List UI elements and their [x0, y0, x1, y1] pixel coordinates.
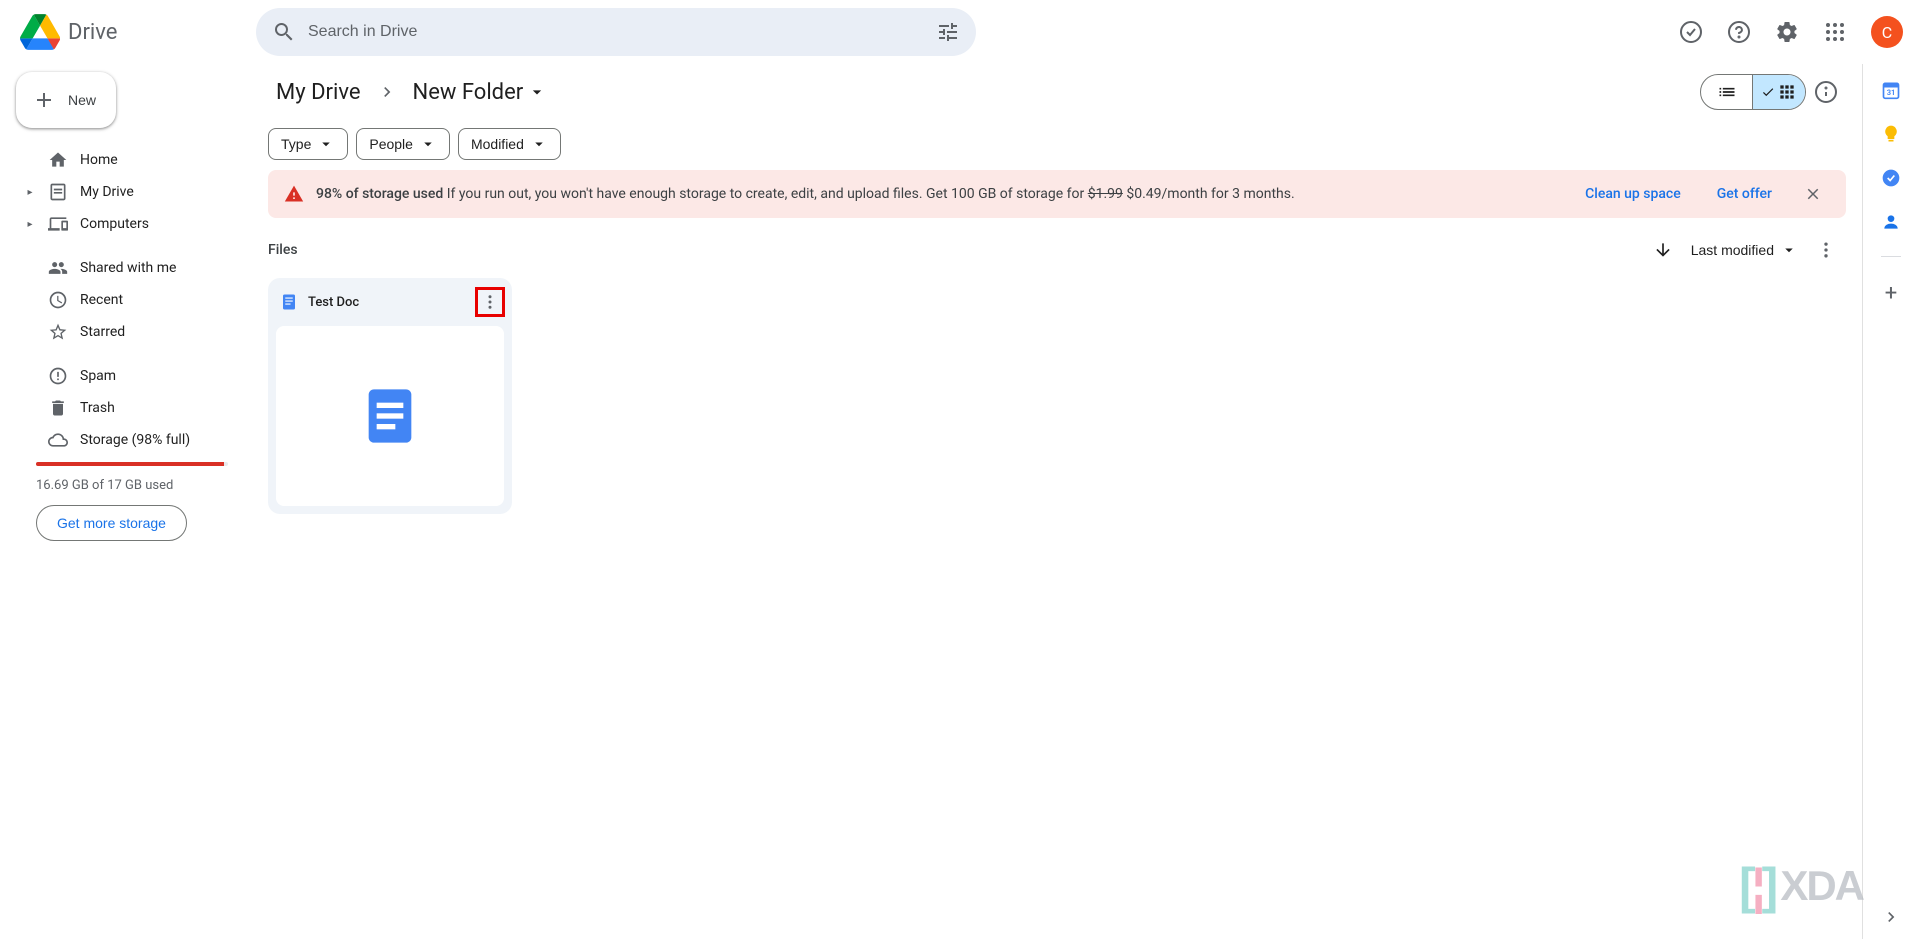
- new-button[interactable]: New: [16, 72, 116, 128]
- settings-icon[interactable]: [1767, 12, 1807, 52]
- ready-offline-icon[interactable]: [1671, 12, 1711, 52]
- drive-logo-icon[interactable]: [20, 12, 60, 52]
- sidebar-item-label: Computers: [80, 216, 149, 232]
- breadcrumb-root[interactable]: My Drive: [268, 76, 369, 109]
- close-icon: [1804, 185, 1822, 203]
- calendar-icon[interactable]: 31: [1881, 80, 1901, 100]
- list-view-button[interactable]: [1701, 75, 1753, 109]
- spam-icon: [48, 366, 68, 386]
- file-name: Test Doc: [308, 295, 466, 310]
- keep-icon[interactable]: [1881, 124, 1901, 144]
- filter-type[interactable]: Type: [268, 128, 348, 160]
- sort-dropdown[interactable]: Last modified: [1683, 241, 1806, 259]
- sidebar-item-home[interactable]: ▸ Home: [16, 144, 240, 176]
- add-icon[interactable]: +: [1885, 281, 1897, 306]
- search-input[interactable]: [304, 23, 928, 41]
- filter-modified[interactable]: Modified: [458, 128, 561, 160]
- sidebar-item-label: My Drive: [80, 184, 134, 200]
- storage-text: 16.69 GB of 17 GB used: [16, 470, 240, 505]
- sidebar-item-label: Starred: [80, 324, 125, 340]
- tasks-icon[interactable]: [1881, 168, 1901, 188]
- star-icon: [48, 322, 68, 342]
- search-options-icon[interactable]: [928, 12, 968, 52]
- more-vert-icon: [481, 293, 499, 311]
- sidebar-item-label: Recent: [80, 292, 123, 308]
- search-icon[interactable]: [264, 12, 304, 52]
- check-icon: [1761, 85, 1775, 99]
- banner-text: If you run out, you won't have enough st…: [447, 186, 1295, 202]
- sidebar-item-shared[interactable]: ▸ Shared with me: [16, 252, 240, 284]
- caret-down-icon: [530, 135, 548, 153]
- get-offer-link[interactable]: Get offer: [1705, 178, 1784, 210]
- filter-people[interactable]: People: [356, 128, 450, 160]
- sidebar-item-my-drive[interactable]: ▸ My Drive: [16, 176, 240, 208]
- arrow-down-icon: [1653, 240, 1673, 260]
- file-card[interactable]: Test Doc: [268, 278, 512, 514]
- new-button-label: New: [68, 92, 96, 108]
- caret-down-icon: [317, 135, 335, 153]
- sidebar-item-computers[interactable]: ▸ Computers: [16, 208, 240, 240]
- banner-bold-text: 98% of storage used: [316, 186, 443, 202]
- computers-icon: [48, 214, 68, 234]
- sort-direction-button[interactable]: [1643, 230, 1683, 270]
- home-icon: [48, 150, 68, 170]
- file-more-button[interactable]: [476, 288, 504, 316]
- search-bar[interactable]: [256, 8, 976, 56]
- caret-down-icon: [1780, 241, 1798, 259]
- collapse-rail-icon[interactable]: [1881, 907, 1901, 927]
- sidebar-item-recent[interactable]: ▸ Recent: [16, 284, 240, 316]
- docs-icon: [280, 293, 298, 311]
- file-thumbnail: [276, 326, 504, 506]
- contacts-icon[interactable]: [1881, 212, 1901, 232]
- view-toggle: [1700, 74, 1806, 110]
- shared-icon: [48, 258, 68, 278]
- caret-down-icon: [419, 135, 437, 153]
- cloud-icon: [48, 430, 68, 450]
- watermark: [¦] XDA: [1739, 857, 1863, 915]
- breadcrumb-current[interactable]: New Folder: [405, 76, 556, 109]
- svg-text:31: 31: [1887, 88, 1896, 97]
- close-banner-button[interactable]: [1796, 177, 1830, 211]
- get-more-storage-button[interactable]: Get more storage: [36, 505, 187, 541]
- more-options-button[interactable]: [1806, 230, 1846, 270]
- account-avatar[interactable]: C: [1871, 16, 1903, 48]
- recent-icon: [48, 290, 68, 310]
- sidebar-item-label: Storage (98% full): [80, 432, 190, 448]
- help-icon[interactable]: [1719, 12, 1759, 52]
- apps-icon[interactable]: [1815, 12, 1855, 52]
- sidebar-item-label: Home: [80, 152, 118, 168]
- drive-icon: [48, 182, 68, 202]
- sidebar-item-trash[interactable]: ▸ Trash: [16, 392, 240, 424]
- sidebar-item-storage[interactable]: ▸ Storage (98% full): [16, 424, 240, 456]
- clean-up-space-link[interactable]: Clean up space: [1573, 178, 1693, 210]
- grid-view-button[interactable]: [1753, 75, 1805, 109]
- more-vert-icon: [1816, 240, 1836, 260]
- sidebar-item-label: Shared with me: [80, 260, 176, 276]
- trash-icon: [48, 398, 68, 418]
- breadcrumb: My Drive New Folder: [268, 76, 1700, 109]
- sidebar-item-starred[interactable]: ▸ Starred: [16, 316, 240, 348]
- storage-warning-banner: 98% of storage used If you run out, you …: [268, 170, 1846, 218]
- warning-icon: [284, 184, 304, 204]
- section-title: Files: [268, 242, 1643, 258]
- sidebar-item-label: Spam: [80, 368, 116, 384]
- caret-down-icon: [527, 82, 547, 102]
- storage-bar: [36, 462, 228, 466]
- chevron-right-icon: [377, 82, 397, 102]
- app-title[interactable]: Drive: [68, 20, 117, 45]
- info-icon[interactable]: [1806, 72, 1846, 112]
- sidebar-item-spam[interactable]: ▸ Spam: [16, 360, 240, 392]
- sidebar-item-label: Trash: [80, 400, 115, 416]
